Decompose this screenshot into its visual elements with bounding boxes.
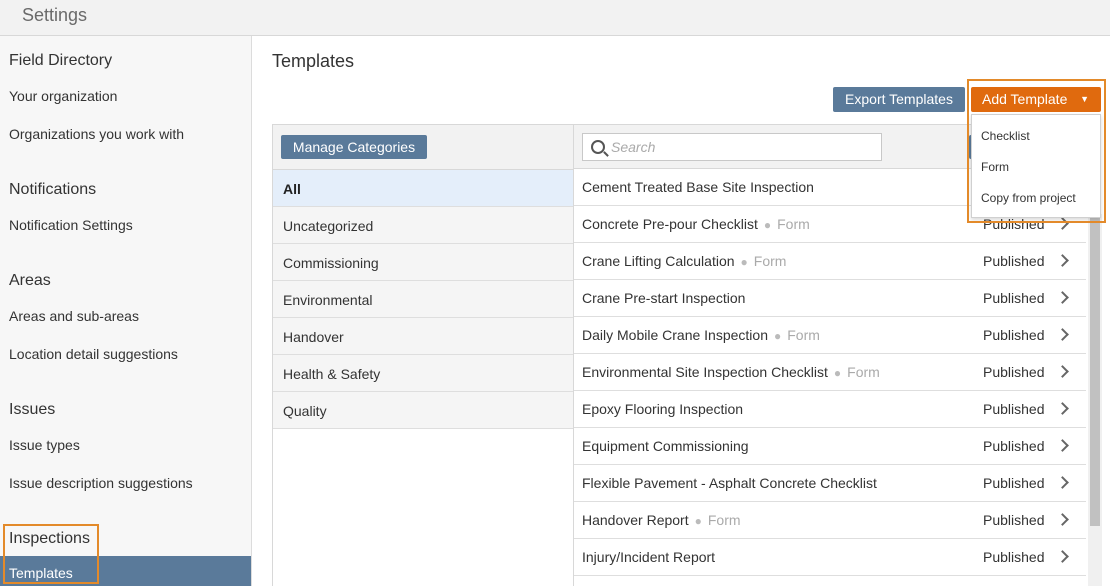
category-label: Quality xyxy=(283,403,327,419)
template-name: Daily Mobile Crane Inspection xyxy=(582,327,768,343)
template-status: Published xyxy=(983,364,1045,380)
template-name: Cement Treated Base Site Inspection xyxy=(582,179,814,195)
category-health-safety[interactable]: Health & Safety xyxy=(273,355,573,392)
category-environmental[interactable]: Environmental xyxy=(273,281,573,318)
category-all[interactable]: All xyxy=(273,170,573,207)
table-row[interactable]: Injury/Incident Report Published xyxy=(574,539,1086,576)
table-row[interactable]: Equipment Commissioning Published xyxy=(574,428,1086,465)
category-label: Handover xyxy=(283,329,344,345)
sidebar-heading-notifications: Notifications xyxy=(9,181,97,198)
app-title: Settings xyxy=(22,5,88,25)
chevron-right-icon xyxy=(1056,550,1069,563)
add-template-menu: Checklist Form Copy from project xyxy=(971,114,1101,218)
template-type: Form xyxy=(777,216,810,232)
template-status: Published xyxy=(983,327,1045,343)
add-template-label: Add Template xyxy=(982,91,1068,107)
search-box xyxy=(582,133,882,161)
chevron-right-icon xyxy=(1056,328,1069,341)
table-row[interactable]: Crane Lifting Calculation ● Form Published xyxy=(574,243,1086,280)
template-name: Epoxy Flooring Inspection xyxy=(582,401,744,417)
table-row[interactable]: Handover Report ● Form Published xyxy=(574,502,1086,539)
template-name: Concrete Pre-pour Checklist xyxy=(582,216,758,232)
menu-item-form[interactable]: Form xyxy=(981,160,1009,174)
sidebar-item-issue-types[interactable]: Issue types xyxy=(9,437,80,453)
categories-panel: Manage Categories All Uncategorized Comm… xyxy=(272,124,574,586)
chevron-right-icon xyxy=(1056,254,1069,267)
scrollbar-thumb[interactable] xyxy=(1090,214,1100,526)
category-uncategorized[interactable]: Uncategorized xyxy=(273,207,573,244)
menu-item-copy-from-project[interactable]: Copy from project xyxy=(981,191,1076,205)
template-status: Published xyxy=(983,549,1045,565)
chevron-right-icon xyxy=(1056,476,1069,489)
template-type: Form xyxy=(753,253,787,269)
sidebar-item-organizations-you-work-with[interactable]: Organizations you work with xyxy=(9,126,184,142)
sidebar-item-notification-settings[interactable]: Notification Settings xyxy=(9,217,133,233)
sidebar-item-templates[interactable]: Templates xyxy=(0,556,251,586)
category-handover[interactable]: Handover xyxy=(273,318,573,355)
sidebar-item-areas-and-sub-areas[interactable]: Areas and sub-areas xyxy=(9,308,139,324)
sidebar: Field Directory Your organization Organi… xyxy=(0,36,252,586)
template-status: Published xyxy=(983,512,1045,528)
table-row[interactable]: Environmental Site Inspection Checklist ●… xyxy=(574,354,1086,391)
page-title: Templates xyxy=(272,51,355,71)
template-status: Published xyxy=(983,401,1045,417)
template-name: Environmental Site Inspection Checklist xyxy=(582,364,828,380)
template-name: Crane Pre-start Inspection xyxy=(582,290,746,306)
chevron-right-icon xyxy=(1056,402,1069,415)
chevron-right-icon xyxy=(1056,365,1069,378)
template-status: Published xyxy=(983,475,1045,491)
template-name: Equipment Commissioning xyxy=(582,438,749,454)
category-label: Uncategorized xyxy=(283,218,374,234)
table-row[interactable]: Crane Pre-start Inspection Published xyxy=(574,280,1086,317)
template-status: Published xyxy=(983,290,1045,306)
chevron-right-icon xyxy=(1056,217,1069,230)
template-name: Injury/Incident Report xyxy=(582,549,716,565)
table-row[interactable]: Daily Mobile Crane Inspection ● Form Publi… xyxy=(574,317,1086,354)
chevron-right-icon xyxy=(1056,513,1069,526)
sidebar-item-issue-description-suggestions[interactable]: Issue description suggestions xyxy=(9,475,193,491)
sidebar-heading-areas: Areas xyxy=(9,272,51,289)
category-label: All xyxy=(283,181,301,197)
template-name: Crane Lifting Calculation xyxy=(582,253,735,269)
template-status: Published xyxy=(983,216,1045,232)
category-commissioning[interactable]: Commissioning xyxy=(273,244,573,281)
template-type: Form xyxy=(787,327,820,343)
template-status: Published xyxy=(983,253,1045,269)
export-templates-button[interactable]: Export Templates xyxy=(833,87,965,112)
sidebar-item-label: Templates xyxy=(9,565,73,581)
search-icon xyxy=(591,140,605,154)
sidebar-heading-issues: Issues xyxy=(9,401,56,418)
template-name: Flexible Pavement - Asphalt Concrete Che… xyxy=(582,475,877,491)
template-name: Handover Report xyxy=(582,512,689,528)
sidebar-item-your-organization[interactable]: Your organization xyxy=(9,88,117,104)
template-status: Published xyxy=(983,438,1045,454)
category-label: Health & Safety xyxy=(283,366,381,382)
table-row[interactable]: Flexible Pavement - Asphalt Concrete Che… xyxy=(574,465,1086,502)
category-quality[interactable]: Quality xyxy=(273,392,573,429)
search-input[interactable] xyxy=(611,138,871,156)
caret-down-icon: ▼ xyxy=(1080,94,1089,104)
category-label: Commissioning xyxy=(283,255,379,271)
chevron-right-icon xyxy=(1056,291,1069,304)
categories-header: Manage Categories xyxy=(273,125,573,170)
table-row[interactable]: Epoxy Flooring Inspection Published xyxy=(574,391,1086,428)
sidebar-heading-inspections: Inspections xyxy=(9,530,90,547)
manage-categories-button[interactable]: Manage Categories xyxy=(281,135,427,159)
sidebar-heading-field-directory: Field Directory xyxy=(9,52,113,69)
chevron-right-icon xyxy=(1056,439,1069,452)
menu-item-checklist[interactable]: Checklist xyxy=(981,129,1030,143)
add-template-button[interactable]: Add Template ▼ xyxy=(971,87,1101,112)
top-bar: Settings xyxy=(0,0,1110,36)
sidebar-item-location-detail-suggestions[interactable]: Location detail suggestions xyxy=(9,346,178,362)
category-label: Environmental xyxy=(283,292,373,308)
template-type: Form xyxy=(847,364,880,380)
template-type: Form xyxy=(707,512,741,528)
